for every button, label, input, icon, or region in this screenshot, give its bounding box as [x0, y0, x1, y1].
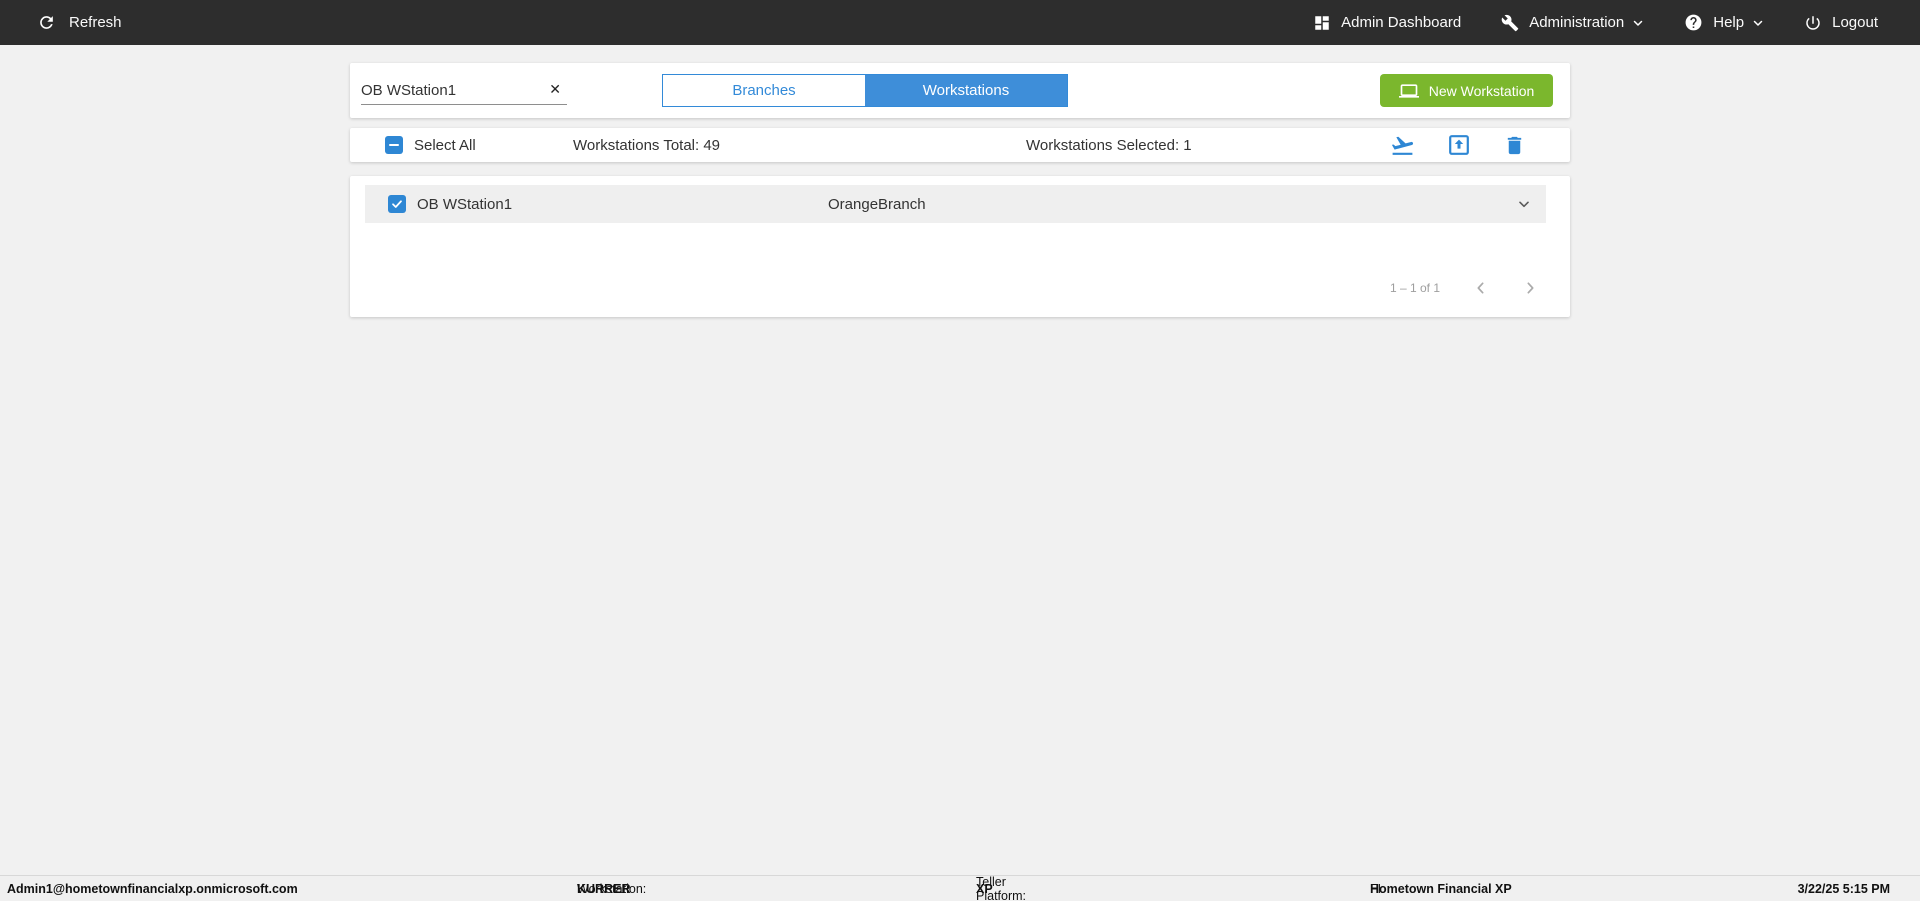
logout-label: Logout — [1832, 14, 1878, 31]
check-icon — [392, 200, 402, 208]
workstation-icon — [1398, 83, 1419, 98]
pagination: 1 – 1 of 1 — [350, 278, 1538, 298]
main-content: ✕ Branches Workstations New Workstation … — [350, 63, 1570, 317]
workstations-selected-text: Workstations Selected: 1 — [1026, 136, 1192, 154]
upload-icon[interactable] — [1447, 133, 1471, 157]
tab-branches-label: Branches — [732, 82, 796, 99]
search-tab-bar: ✕ Branches Workstations New Workstation — [350, 63, 1570, 118]
status-bar: Admin1@hometownfinancialxp.onmicrosoft.c… — [0, 875, 1920, 901]
administration-label: Administration — [1529, 14, 1625, 31]
expand-row-chevron-icon[interactable] — [1516, 196, 1532, 212]
chevron-down-icon — [1753, 20, 1763, 26]
workstation-status: Workstation: KURRER — [577, 881, 647, 896]
admin-dashboard-label: Admin Dashboard — [1341, 14, 1462, 31]
tab-group: Branches Workstations — [662, 74, 1068, 107]
toolbar-actions — [1390, 128, 1526, 162]
administration-menu[interactable]: Administration — [1501, 14, 1644, 32]
tab-workstations[interactable]: Workstations — [865, 75, 1067, 106]
datetime-text: 3/22/25 5:15 PM — [1797, 881, 1890, 896]
select-all-control[interactable]: Select All — [385, 128, 476, 162]
select-all-checkbox-indeterminate[interactable] — [385, 136, 403, 154]
help-menu[interactable]: Help — [1684, 13, 1764, 32]
select-all-label: Select All — [414, 136, 476, 154]
fi-status: FI: Hometown Financial XP — [1370, 881, 1512, 896]
workstation-branch: OrangeBranch — [828, 195, 926, 213]
refresh-label: Refresh — [69, 14, 122, 31]
next-page-button[interactable] — [1522, 280, 1538, 296]
admin-dashboard-button[interactable]: Admin Dashboard — [1313, 14, 1461, 32]
wrench-icon — [1501, 14, 1519, 31]
new-workstation-label: New Workstation — [1428, 82, 1535, 99]
flight-land-icon[interactable] — [1390, 133, 1415, 158]
top-bar: Refresh Admin Dashboard Administration H… — [0, 0, 1920, 45]
help-label: Help — [1713, 14, 1745, 31]
workstations-total-text: Workstations Total: 49 — [573, 136, 721, 154]
refresh-button[interactable]: Refresh — [0, 13, 122, 32]
power-icon — [1806, 15, 1820, 30]
tab-workstations-label: Workstations — [922, 82, 1010, 99]
trash-icon[interactable] — [1503, 134, 1526, 157]
logout-button[interactable]: Logout — [1804, 14, 1878, 32]
dashboard-icon — [1315, 15, 1329, 30]
search-field: ✕ — [361, 77, 567, 105]
teller-platform-status: Teller Platform: XP — [976, 874, 1027, 901]
logged-in-user: Admin1@hometownfinancialxp.onmicrosoft.c… — [7, 881, 298, 896]
table-row[interactable]: OB WStation1 OrangeBranch — [365, 185, 1546, 223]
previous-page-button[interactable] — [1473, 280, 1489, 296]
row-checkbox-checked[interactable] — [388, 195, 406, 213]
search-input[interactable] — [361, 82, 550, 99]
tab-branches[interactable]: Branches — [663, 75, 865, 106]
refresh-icon — [40, 16, 53, 29]
list-toolbar: Select All Workstations Total: 49 Workst… — [350, 128, 1570, 162]
pagination-range-text: 1 – 1 of 1 — [1389, 281, 1440, 295]
new-workstation-button[interactable]: New Workstation — [1380, 74, 1553, 107]
workstation-name: OB WStation1 — [417, 195, 513, 213]
clear-search-icon[interactable]: ✕ — [549, 81, 567, 100]
help-icon — [1685, 14, 1702, 31]
top-nav: Admin Dashboard Administration Help Logo… — [1313, 13, 1920, 32]
workstation-list: OB WStation1 OrangeBranch 1 – 1 of 1 — [350, 176, 1570, 317]
chevron-down-icon — [1634, 20, 1643, 26]
